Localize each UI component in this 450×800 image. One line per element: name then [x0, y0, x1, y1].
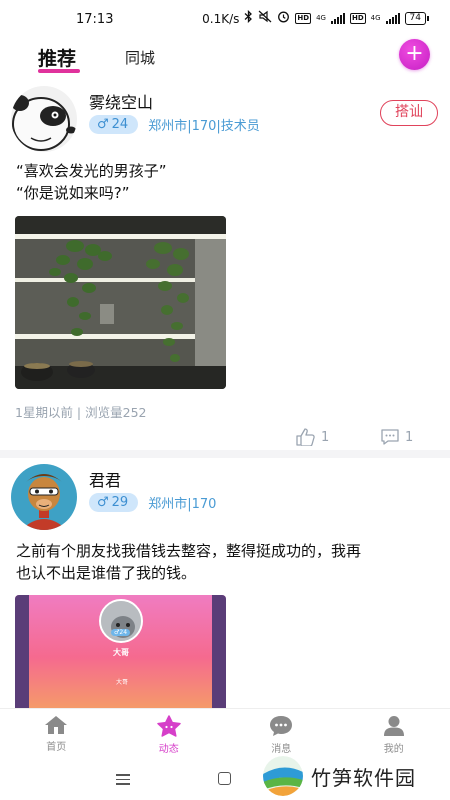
mute-icon: [258, 10, 272, 27]
like-count: 1: [321, 429, 330, 445]
watermark: 竹笋软件园: [263, 756, 416, 796]
post-card[interactable]: 君君 ♂ 29 郑州市|170 之前有个朋友找我借钱去整容，整得挺成功的，我再 …: [0, 458, 450, 708]
tab-same-city[interactable]: 同城: [125, 47, 155, 68]
male-icon: ♂: [97, 117, 109, 132]
like-button[interactable]: 1: [296, 428, 329, 446]
nav-label: 首页: [46, 742, 67, 753]
greet-button[interactable]: 搭讪: [380, 100, 438, 126]
comment-icon: [381, 429, 399, 445]
bluetooth-icon: [244, 9, 253, 27]
preview-gender-badge: ♂24: [111, 629, 131, 636]
status-icons: 0.1K/s HD 4G HD 4G 74: [202, 9, 430, 27]
post-author-meta: ♂ 24 郑州市|170|技术员: [89, 115, 260, 134]
image-side-strip: [212, 595, 226, 708]
preview-subtitle: 大哥: [116, 679, 129, 686]
post-text-line: 也认不出是谁借了我的钱。: [16, 564, 197, 582]
net-speed: 0.1K/s: [202, 11, 240, 26]
gender-age-badge: ♂ 29: [89, 493, 139, 512]
active-tab-indicator: [38, 69, 80, 73]
post-time-views: 1星期以前 | 浏览量252: [15, 405, 147, 420]
preview-name: 大哥: [113, 648, 129, 657]
avatar[interactable]: [11, 86, 77, 152]
nav-home[interactable]: 首页: [0, 709, 113, 758]
post-divider: [0, 450, 450, 458]
add-post-button[interactable]: +: [399, 39, 430, 70]
watermark-logo: [263, 756, 303, 796]
status-time: 17:13: [76, 12, 114, 27]
home-square-icon[interactable]: [218, 772, 231, 785]
home-icon: [45, 716, 68, 734]
nav-label: 动态: [158, 744, 179, 755]
hd-icon: HD: [295, 13, 312, 24]
hd-icon-2: HD: [349, 13, 366, 24]
plus-icon: +: [405, 41, 424, 66]
watermark-text: 竹笋软件园: [311, 765, 416, 790]
post-text-line: “喜欢会发光的男孩子”: [16, 162, 167, 180]
age-value: 29: [111, 495, 129, 510]
user-icon: [383, 716, 404, 736]
star-icon: [157, 715, 181, 737]
menu-icon[interactable]: [116, 774, 130, 788]
post-text: 之前有个朋友找我借钱去整容，整得挺成功的，我再 也认不出是谁借了我的钱。: [16, 540, 361, 584]
author-info: 郑州市|170|技术员: [148, 119, 260, 134]
nav-moments[interactable]: 动态: [113, 709, 226, 758]
comment-button[interactable]: 1: [380, 428, 413, 446]
message-icon: [270, 716, 293, 736]
post-author-meta: ♂ 29 郑州市|170: [89, 493, 216, 512]
gender-age-badge: ♂ 24: [89, 115, 139, 134]
nav-label: 我的: [383, 744, 404, 755]
male-icon: ♂: [97, 495, 109, 510]
signal-icon-2: [385, 13, 400, 24]
bottom-nav: 首页 动态 消息 我的: [0, 708, 450, 758]
comment-count: 1: [405, 429, 414, 445]
post-text-line: “你是说如来吗?”: [16, 184, 130, 202]
image-side-strip: [15, 595, 29, 708]
signal-icon: [330, 13, 345, 24]
post-image[interactable]: [15, 216, 226, 389]
network-type-label-2: 4G: [370, 14, 381, 22]
author-info: 郑州市|170: [148, 497, 217, 512]
preview-avatar: [99, 599, 143, 643]
status-bar: 17:13 0.1K/s HD 4G HD 4G 74: [0, 0, 450, 36]
top-tab-bar: 推荐 同城 +: [0, 36, 450, 78]
post-card[interactable]: 雾绕空山 ♂ 24 郑州市|170|技术员 搭讪 “喜欢会发光的男孩子” “你是…: [0, 78, 450, 450]
post-text-line: 之前有个朋友找我借钱去整容，整得挺成功的，我再: [16, 542, 362, 560]
tab-recommend[interactable]: 推荐: [38, 44, 76, 71]
battery-icon: 74: [404, 12, 430, 25]
post-author-name[interactable]: 君君: [89, 467, 121, 491]
avatar[interactable]: [11, 464, 77, 530]
nav-label: 消息: [271, 744, 292, 755]
age-value: 24: [111, 117, 129, 132]
post-image[interactable]: ♂24 大哥 大哥: [15, 595, 226, 708]
post-text: “喜欢会发光的男孩子” “你是说如来吗?”: [16, 160, 167, 204]
network-type-label: 4G: [316, 14, 326, 22]
thumbs-up-icon: [296, 428, 315, 446]
post-author-name[interactable]: 雾绕空山: [89, 89, 153, 113]
nav-messages[interactable]: 消息: [225, 709, 338, 758]
alarm-icon: [277, 10, 290, 27]
nav-profile[interactable]: 我的: [338, 709, 450, 758]
